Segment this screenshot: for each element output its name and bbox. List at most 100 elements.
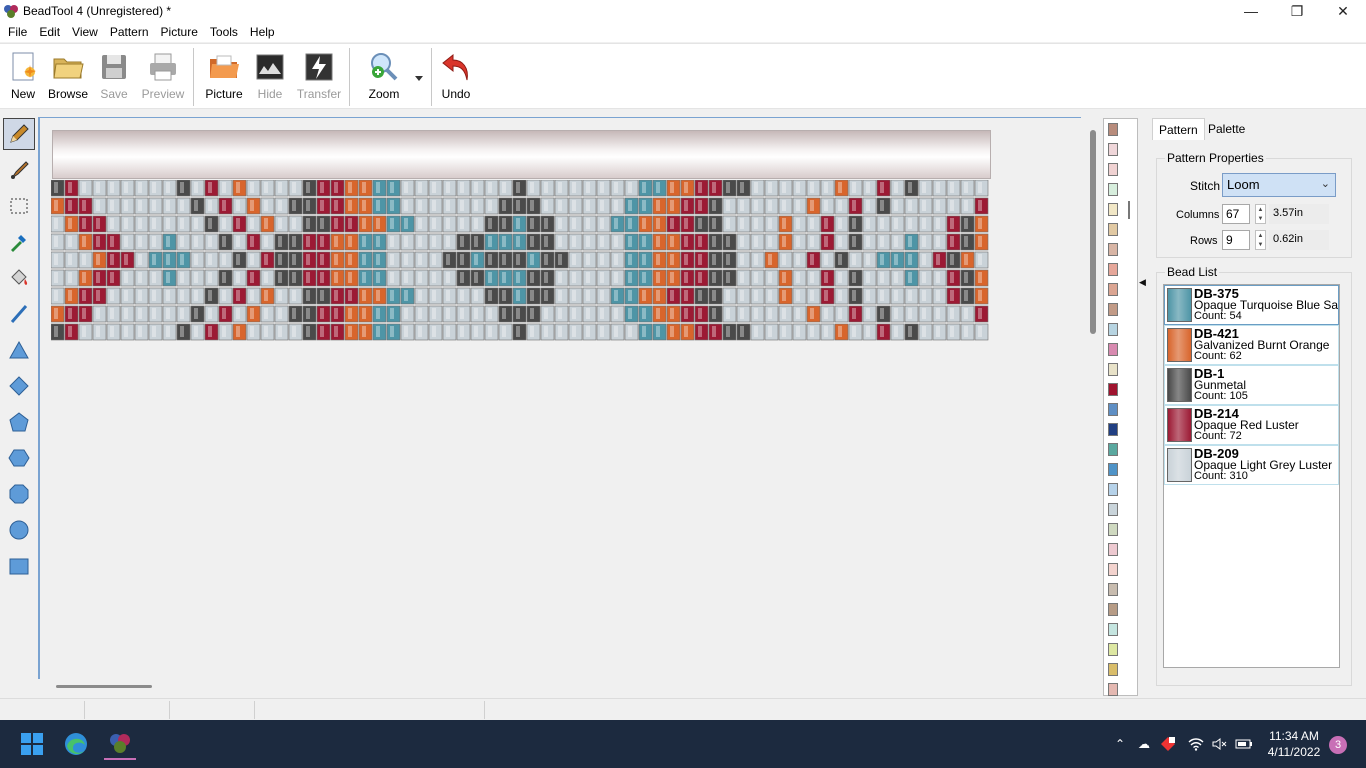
palette-chip[interactable] xyxy=(1108,223,1118,236)
palette-chip[interactable] xyxy=(1108,403,1118,416)
palette-chip[interactable] xyxy=(1108,303,1118,316)
menu-tools[interactable]: Tools xyxy=(204,22,244,42)
new-button[interactable]: New xyxy=(0,50,46,108)
taskbar-edge[interactable] xyxy=(60,728,92,760)
pencil-tool[interactable] xyxy=(3,118,35,150)
palette-chip[interactable] xyxy=(1108,603,1118,616)
triangle-tool[interactable] xyxy=(3,334,35,366)
menu-picture[interactable]: Picture xyxy=(155,22,204,42)
palette-chip[interactable] xyxy=(1108,503,1118,516)
battery-icon[interactable] xyxy=(1235,736,1253,752)
pattern-canvas[interactable] xyxy=(38,117,1081,679)
restore-button[interactable]: ❐ xyxy=(1274,0,1320,22)
bead-highlight xyxy=(754,254,758,265)
taskbar-clock[interactable]: 11:34 AM 4/11/2022 xyxy=(1262,728,1326,760)
chevron-up-icon[interactable]: ⌃ xyxy=(1111,736,1129,752)
transfer-button[interactable]: Transfer xyxy=(296,50,342,108)
bead-highlight xyxy=(138,326,142,337)
bead-list-item[interactable]: DB-214 Opaque Red Luster Count: 72 xyxy=(1164,405,1339,445)
palette-chip[interactable] xyxy=(1108,463,1118,476)
fill-bucket-tool[interactable] xyxy=(3,262,35,294)
palette-chip[interactable] xyxy=(1108,323,1118,336)
bead-list-item[interactable]: DB-209 Opaque Light Grey Luster Count: 3… xyxy=(1164,445,1339,485)
bead-highlight xyxy=(292,218,296,229)
taskbar-beadtool[interactable] xyxy=(104,728,136,760)
brush-tool[interactable] xyxy=(3,154,35,186)
palette-chip[interactable] xyxy=(1108,423,1118,436)
app-tray-icon[interactable] xyxy=(1159,736,1177,752)
rows-input[interactable]: 9 xyxy=(1222,230,1250,250)
palette-chip[interactable] xyxy=(1108,203,1118,216)
rows-stepper[interactable]: ▲ ▼ xyxy=(1255,230,1266,250)
close-button[interactable]: ✕ xyxy=(1320,0,1366,22)
palette-chip[interactable] xyxy=(1108,543,1118,556)
bead-list-item[interactable]: DB-1 Gunmetal Count: 105 xyxy=(1164,365,1339,405)
bead-count: Count: 105 xyxy=(1194,390,1248,402)
vertical-scrollbar[interactable] xyxy=(1090,130,1096,334)
bead-highlight xyxy=(432,236,436,247)
wifi-icon[interactable] xyxy=(1187,736,1205,752)
palette-chip[interactable] xyxy=(1108,443,1118,456)
diamond-tool[interactable] xyxy=(3,370,35,402)
notification-badge[interactable]: 3 xyxy=(1329,736,1347,754)
columns-input[interactable]: 67 xyxy=(1222,204,1250,224)
palette-chip[interactable] xyxy=(1108,583,1118,596)
palette-chip[interactable] xyxy=(1108,623,1118,636)
line-tool[interactable] xyxy=(3,298,35,330)
palette-chip[interactable] xyxy=(1108,643,1118,656)
eyedropper-tool[interactable] xyxy=(3,226,35,258)
palette-chip[interactable] xyxy=(1108,343,1118,356)
stitch-select[interactable]: Loom ⌄ xyxy=(1222,173,1336,197)
octagon-tool[interactable] xyxy=(3,478,35,510)
collapse-panel-arrow-icon[interactable]: ◀ xyxy=(1139,277,1146,288)
palette-chip[interactable] xyxy=(1108,183,1118,196)
palette-chip[interactable] xyxy=(1108,123,1118,136)
columns-stepper[interactable]: ▲ ▼ xyxy=(1255,204,1266,224)
browse-button[interactable]: Browse xyxy=(45,50,91,108)
undo-button[interactable]: Undo xyxy=(433,50,479,108)
bead-grid[interactable] xyxy=(51,180,991,342)
pentagon-tool[interactable] xyxy=(3,406,35,438)
palette-strip-scrollbar[interactable] xyxy=(1128,201,1130,219)
menu-edit[interactable]: Edit xyxy=(33,22,66,42)
picture-button[interactable]: Picture xyxy=(201,50,247,108)
palette-chip[interactable] xyxy=(1108,383,1118,396)
zoom-button[interactable]: Zoom xyxy=(361,50,407,108)
hexagon-tool[interactable] xyxy=(3,442,35,474)
palette-chip[interactable] xyxy=(1108,283,1118,296)
bead-highlight xyxy=(894,236,898,247)
horizontal-scrollbar[interactable] xyxy=(56,685,152,688)
palette-chip[interactable] xyxy=(1108,363,1118,376)
bead-highlight xyxy=(782,326,786,337)
palette-chip[interactable] xyxy=(1108,683,1118,696)
menu-pattern[interactable]: Pattern xyxy=(104,22,155,42)
palette-chip[interactable] xyxy=(1108,483,1118,496)
rectangle-tool[interactable] xyxy=(3,550,35,582)
palette-chip[interactable] xyxy=(1108,143,1118,156)
zoom-dropdown-icon[interactable] xyxy=(415,76,423,82)
menu-view[interactable]: View xyxy=(66,22,104,42)
palette-chip[interactable] xyxy=(1108,663,1118,676)
minimize-button[interactable]: — xyxy=(1228,0,1274,22)
bead-list[interactable]: DB-375 Opaque Turquoise Blue Satin Count… xyxy=(1163,284,1340,668)
select-rect-tool[interactable] xyxy=(3,190,35,222)
save-button[interactable]: Save xyxy=(91,50,137,108)
palette-chip[interactable] xyxy=(1108,263,1118,276)
tab-pattern[interactable]: Pattern xyxy=(1152,118,1205,140)
bead-list-item[interactable]: DB-421 Galvanized Burnt Orange Count: 62 xyxy=(1164,325,1339,365)
start-button[interactable] xyxy=(16,728,48,760)
palette-chip[interactable] xyxy=(1108,243,1118,256)
palette-strip[interactable] xyxy=(1103,118,1138,736)
tab-palette[interactable]: Palette xyxy=(1202,118,1251,140)
volume-muted-icon[interactable] xyxy=(1211,736,1229,752)
palette-chip[interactable] xyxy=(1108,523,1118,536)
menu-help[interactable]: Help xyxy=(244,22,281,42)
palette-chip[interactable] xyxy=(1108,163,1118,176)
circle-tool[interactable] xyxy=(3,514,35,546)
hide-button[interactable]: Hide xyxy=(247,50,293,108)
palette-chip[interactable] xyxy=(1108,563,1118,576)
menu-file[interactable]: File xyxy=(2,22,33,42)
preview-button[interactable]: Preview xyxy=(140,50,186,108)
bead-list-item[interactable]: DB-375 Opaque Turquoise Blue Satin Count… xyxy=(1164,285,1339,325)
onedrive-cloud-icon[interactable]: ☁ xyxy=(1135,736,1153,752)
